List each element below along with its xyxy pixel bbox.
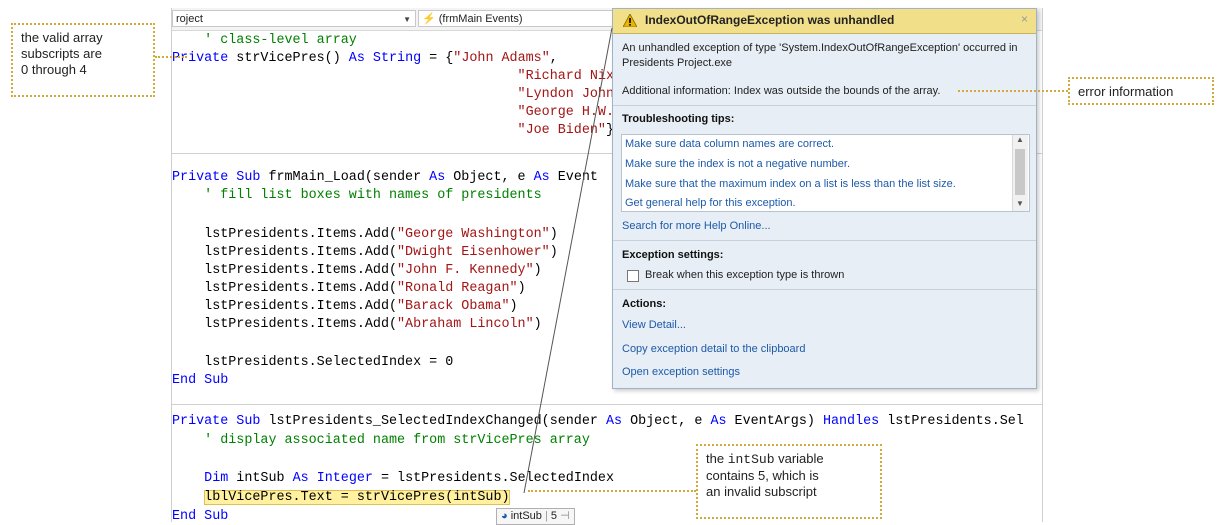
callout-leader: [528, 490, 696, 492]
callout-leader: [155, 56, 187, 58]
callout-text: error information: [1078, 84, 1174, 99]
callout-intsub: the intSub variable contains 5, which is…: [696, 444, 882, 519]
exception-pointer-line: [523, 27, 613, 494]
annotation-connectors: [523, 27, 613, 494]
callout-text-line: subscripts are: [21, 46, 102, 61]
callout-text-line: an invalid subscript: [706, 484, 817, 499]
callout-text-line: contains 5, which is: [706, 468, 819, 483]
callout-text-line: 0 through 4: [21, 62, 87, 77]
callout-text-line: the valid array: [21, 30, 103, 45]
callout-leader: [958, 90, 1068, 92]
callout-error-information: error information: [1068, 77, 1214, 105]
callout-valid-subscripts: the valid array subscripts are 0 through…: [11, 23, 155, 97]
callout-text-line: the intSub variable: [706, 451, 824, 467]
